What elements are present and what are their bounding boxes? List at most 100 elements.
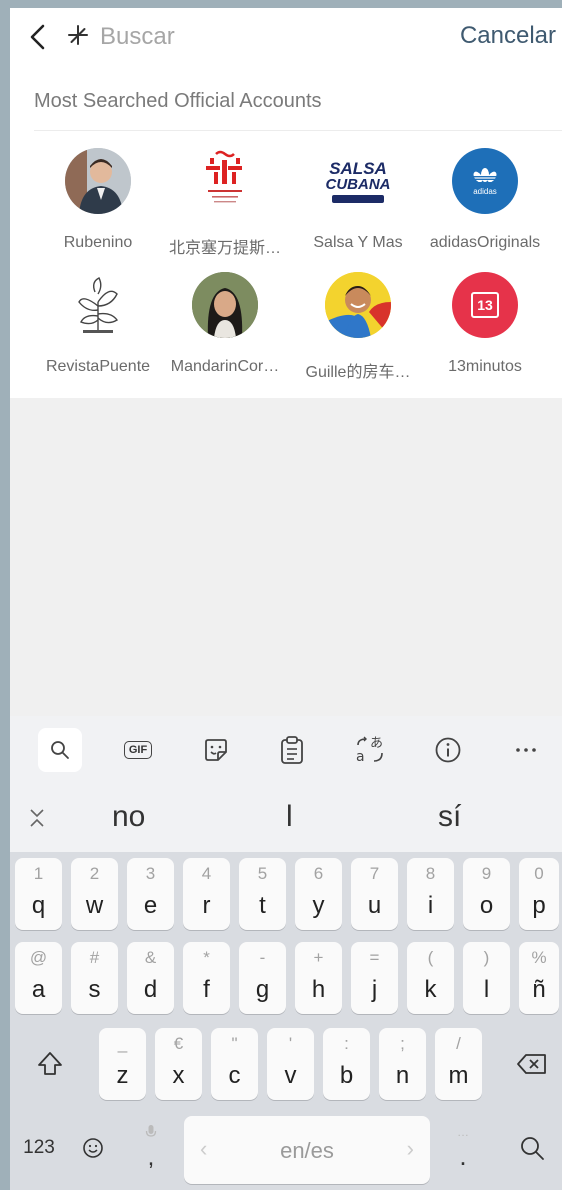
translate-icon: あ a — [356, 736, 383, 765]
account-item-13minutos[interactable]: 13 13minutos — [420, 272, 550, 376]
adidas-logo: adidas — [471, 166, 499, 196]
shift-key[interactable] — [20, 1028, 80, 1100]
key-n[interactable]: ; n — [379, 1028, 426, 1100]
key-m[interactable]: / m — [435, 1028, 482, 1100]
key-hint: 9 — [481, 864, 492, 883]
key-label: p — [532, 892, 546, 919]
key-y[interactable]: 6y — [295, 858, 342, 930]
translate-button[interactable]: あ a — [348, 728, 392, 772]
key-s[interactable]: # s — [71, 942, 118, 1014]
key-hint: - — [259, 948, 266, 967]
key-d[interactable]: & d — [127, 942, 174, 1014]
thirteen-logo: 13 — [471, 292, 499, 318]
comma-key[interactable]: , — [126, 1112, 176, 1184]
key-hint: * — [203, 948, 210, 967]
key-hint: # — [89, 948, 100, 967]
numbers-key[interactable]: 123 — [16, 1112, 62, 1184]
space-key[interactable]: ‹ en/es › — [184, 1116, 430, 1184]
salsa-logo-bottom: CUBANA — [325, 175, 391, 193]
clipboard-button[interactable] — [270, 728, 314, 772]
key-g[interactable]: -g — [239, 942, 286, 1014]
backspace-key[interactable] — [506, 1028, 558, 1100]
suggestion-item[interactable]: l — [286, 800, 293, 834]
key-label: f — [203, 976, 210, 1003]
adidas-logo-text: adidas — [473, 187, 497, 196]
cartoon-avatar-icon — [325, 272, 391, 338]
keyboard-search-key[interactable] — [506, 1112, 558, 1184]
key-l[interactable]: ) l — [463, 942, 510, 1014]
key-hint: ( — [427, 948, 434, 967]
key-c[interactable]: " c — [211, 1028, 258, 1100]
account-item-adidas-originals[interactable]: adidas adidasOriginals — [420, 148, 550, 252]
account-item-salsa-y-mas[interactable]: SALSA CUBANA Salsa Y Mas — [293, 148, 423, 252]
suggestion-item[interactable]: sí — [438, 800, 461, 834]
key-u[interactable]: 7u — [351, 858, 398, 930]
gif-label: GIF — [123, 741, 153, 759]
more-button[interactable] — [504, 728, 548, 772]
key-x[interactable]: € x — [155, 1028, 202, 1100]
gif-button[interactable]: GIF — [116, 728, 160, 772]
key-t[interactable]: 5t — [239, 858, 286, 930]
key-j[interactable]: = j — [351, 942, 398, 1014]
cancel-button[interactable]: Cancelar — [460, 22, 556, 50]
key-hint: : — [344, 1034, 349, 1053]
key-q[interactable]: 1q — [15, 858, 62, 930]
key-w[interactable]: 2w — [71, 858, 118, 930]
suggestion-bar: no l sí — [10, 782, 562, 852]
key-h[interactable]: + h — [295, 942, 342, 1014]
key-a[interactable]: @ a — [15, 942, 62, 1014]
key-label: y — [312, 892, 325, 919]
key-r[interactable]: 4r — [183, 858, 230, 930]
key-o[interactable]: 9o — [463, 858, 510, 930]
key-hint: = — [369, 948, 380, 967]
account-item-rubenino[interactable]: Rubenino — [33, 148, 163, 252]
info-button[interactable] — [426, 728, 470, 772]
key-label: m — [448, 1062, 469, 1089]
avatar — [325, 272, 391, 338]
key-p[interactable]: 0p — [519, 858, 559, 930]
key-label: r — [202, 892, 211, 919]
section-title: Most Searched Official Accounts — [34, 90, 322, 112]
clipboard-icon — [281, 736, 303, 764]
cervantes-logo-icon — [206, 150, 242, 203]
app-screen: Cancelar Most Searched Official Accounts… — [10, 8, 562, 1190]
sticker-icon — [205, 739, 227, 761]
account-name: Salsa Y Mas — [313, 234, 403, 251]
key-k[interactable]: (k — [407, 942, 454, 1014]
key-e[interactable]: 3e — [127, 858, 174, 930]
key-b[interactable]: :b — [323, 1028, 370, 1100]
key-i[interactable]: 8i — [407, 858, 454, 930]
key-label: b — [339, 1062, 354, 1089]
key-f[interactable]: * f — [183, 942, 230, 1014]
keyboard-keys: 1q 2w 3e 4r 5t 6y 7u 8i 9o 0p @ a # s & d *… — [10, 852, 562, 1190]
avatar — [65, 148, 131, 214]
account-item-mandarin-corner[interactable]: MandarinCor… — [160, 272, 290, 376]
search-input[interactable] — [100, 20, 400, 54]
account-item-guille[interactable]: Guille的房车… — [293, 272, 423, 382]
key-label: h — [311, 976, 326, 1003]
key-n-tilde[interactable]: % ñ — [519, 942, 559, 1014]
key-z[interactable]: _ z — [99, 1028, 146, 1100]
key-hint: @ — [29, 948, 48, 967]
account-item-instituto-cervantes[interactable]: 北京塞万提斯… — [160, 148, 290, 258]
period-key[interactable]: … . — [438, 1112, 488, 1184]
emoji-key[interactable] — [70, 1112, 116, 1184]
keyboard-search-button[interactable] — [38, 728, 82, 772]
account-name: MandarinCor… — [170, 358, 280, 375]
backspace-icon — [517, 1054, 546, 1074]
avatar — [192, 148, 258, 214]
microphone-icon — [145, 1125, 157, 1137]
sticker-button[interactable] — [194, 728, 238, 772]
search-spark-icon — [68, 25, 88, 45]
space-language-label: en/es — [280, 1138, 334, 1163]
account-name: 北京塞万提斯… — [168, 240, 281, 257]
key-label: q — [31, 892, 46, 919]
section-divider — [34, 130, 562, 131]
account-item-revista-puente[interactable]: RevistaPuente — [33, 272, 163, 376]
collapse-keyboard-icon[interactable] — [28, 808, 46, 828]
key-v[interactable]: ' v — [267, 1028, 314, 1100]
key-label: c — [228, 1062, 241, 1089]
key-hint: 6 — [313, 864, 324, 883]
suggestion-item[interactable]: no — [112, 800, 145, 834]
back-arrow-icon[interactable] — [28, 22, 48, 52]
